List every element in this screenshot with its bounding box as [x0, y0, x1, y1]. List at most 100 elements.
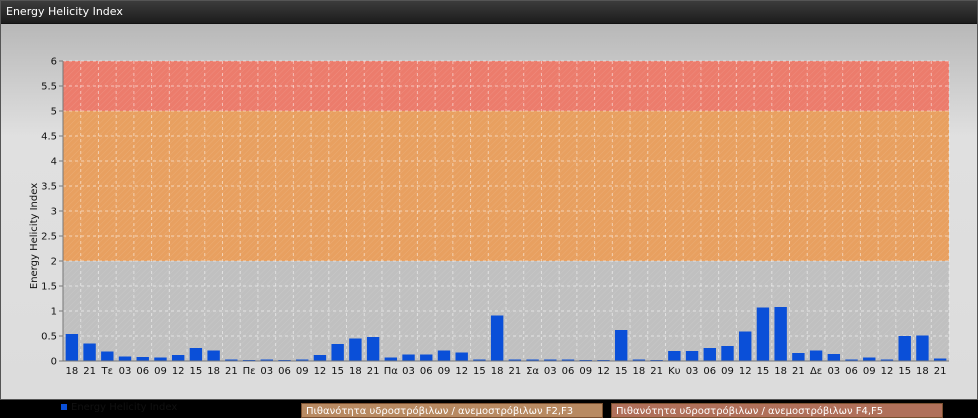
x-tick-label-40: 18	[774, 366, 787, 377]
x-tick-label-1: 21	[83, 366, 96, 377]
y-tick-label-9: 4.5	[41, 132, 57, 143]
x-tick-label-43: 03	[827, 366, 840, 377]
energy-helicity-chart: 0 0.5 1 1.5 2 2.5 3 3.5 4 4.5 5 5.5 6 18 21 Τε 03 06 09 12 1…	[29, 57, 950, 377]
bar-35	[685, 351, 699, 361]
x-tick-label-19: 03	[402, 366, 415, 377]
bar-3	[118, 356, 132, 361]
y-tick-label-8: 4	[51, 157, 57, 168]
x-tick-label-49: 21	[934, 366, 947, 377]
x-tick-label-16: 18	[349, 366, 362, 377]
x-tick-label-47: 15	[898, 366, 911, 377]
x-tick-label-42: Δε	[810, 366, 822, 377]
bar-41	[792, 353, 805, 361]
x-tick-label-27: 03	[544, 366, 557, 377]
zone-legend-f4f5: Πιθανότητα υδροστρόβιλων / ανεμοστρόβιλω…	[611, 403, 943, 418]
bar-5	[154, 357, 167, 361]
bar-21	[437, 350, 451, 361]
y-axis-title: Energy Helicity Index	[29, 183, 40, 289]
x-tick-label-38: 12	[739, 366, 752, 377]
series-legend-swatch	[61, 404, 67, 410]
x-tick-label-39: 15	[757, 366, 770, 377]
x-tick-label-23: 15	[473, 366, 486, 377]
bar-24	[490, 315, 504, 361]
y-tick-label-5: 2.5	[41, 232, 57, 243]
bar-15	[331, 344, 344, 361]
x-tick-label-44: 06	[845, 366, 858, 377]
chart-window: Energy Helicity Index 0 0.5 1 1.5 2 2.5 3 3.5 4 4…	[0, 0, 978, 418]
bar-17	[366, 337, 380, 361]
series-legend-label: Energy Helicity Index	[71, 401, 178, 413]
bar-2	[101, 351, 114, 361]
x-tick-label-18: Πα	[384, 366, 399, 377]
x-tick-label-2: Τε	[101, 366, 114, 377]
bar-40	[774, 307, 787, 361]
bar-31	[614, 330, 628, 361]
x-tick-label-22: 12	[455, 366, 468, 377]
x-tick-label-21: 09	[438, 366, 451, 377]
bar-37	[721, 346, 734, 361]
x-tick-label-11: 03	[260, 366, 273, 377]
x-tick-label-28: 06	[562, 366, 575, 377]
x-tick-label-37: 09	[721, 366, 734, 377]
bar-14	[313, 355, 327, 361]
y-tick-label-0: 0	[51, 357, 57, 368]
bar-0	[65, 334, 79, 361]
x-tick-label-35: 03	[686, 366, 699, 377]
x-tick-label-46: 12	[881, 366, 894, 377]
bar-22	[455, 352, 468, 361]
y-tick-label-4: 2	[51, 257, 57, 268]
y-tick-label-1: 0.5	[41, 332, 57, 343]
x-tick-label-31: 15	[615, 366, 628, 377]
bar-47	[898, 336, 911, 361]
x-tick-label-41: 21	[792, 366, 805, 377]
x-tick-label-13: 09	[296, 366, 309, 377]
x-tick-label-36: 06	[703, 366, 716, 377]
y-tick-label-6: 3	[51, 207, 57, 218]
bar-48	[916, 335, 929, 361]
y-tick-label-2: 1	[51, 307, 57, 318]
x-tick-label-9: 21	[225, 366, 238, 377]
y-tick-label-7: 3.5	[41, 182, 57, 193]
x-tick-label-8: 18	[207, 366, 220, 377]
plot-panel: 0 0.5 1 1.5 2 2.5 3 3.5 4 4.5 5 5.5 6 18 21 Τε 03 06 09 12 1…	[1, 24, 977, 418]
x-tick-label-20: 06	[420, 366, 433, 377]
x-tick-label-29: 09	[579, 366, 592, 377]
bar-1	[83, 343, 96, 361]
x-tick-label-48: 18	[916, 366, 929, 377]
window-title: Energy Helicity Index	[6, 5, 123, 18]
title-bar: Energy Helicity Index	[1, 1, 977, 24]
bar-4	[136, 357, 149, 361]
bar-45	[863, 357, 876, 361]
series-legend: Energy Helicity Index	[61, 400, 177, 414]
x-tick-label-34: Κυ	[668, 366, 681, 377]
y-tick-label-12: 6	[51, 57, 57, 68]
x-tick-label-3: 03	[119, 366, 132, 377]
x-tick-label-4: 06	[136, 366, 149, 377]
bar-6	[171, 355, 185, 361]
bar-7	[189, 348, 203, 361]
bar-39	[756, 307, 770, 361]
x-tick-label-15: 15	[331, 366, 344, 377]
bar-20	[420, 354, 433, 361]
x-tick-label-14: 12	[314, 366, 327, 377]
x-tick-label-5: 09	[154, 366, 167, 377]
zone-legend-f2f3: Πιθανότητα υδροστρόβιλων / ανεμοστρόβιλω…	[301, 403, 603, 418]
x-tick-label-12: 06	[278, 366, 291, 377]
x-tick-label-30: 12	[597, 366, 610, 377]
x-tick-label-25: 21	[508, 366, 521, 377]
x-tick-label-17: 21	[367, 366, 380, 377]
bar-43	[827, 354, 841, 361]
x-tick-label-32: 18	[633, 366, 646, 377]
x-tick-label-0: 18	[65, 366, 78, 377]
bar-38	[739, 331, 752, 361]
x-tick-label-33: 21	[650, 366, 663, 377]
x-tick-label-10: Πε	[243, 366, 256, 377]
bar-8	[207, 350, 220, 361]
y-tick-label-10: 5	[51, 107, 57, 118]
bar-42	[809, 350, 823, 361]
bar-34	[668, 351, 681, 361]
x-tick-label-6: 12	[172, 366, 185, 377]
bar-16	[349, 338, 362, 361]
x-tick-label-7: 15	[190, 366, 203, 377]
x-tick-label-45: 09	[863, 366, 876, 377]
